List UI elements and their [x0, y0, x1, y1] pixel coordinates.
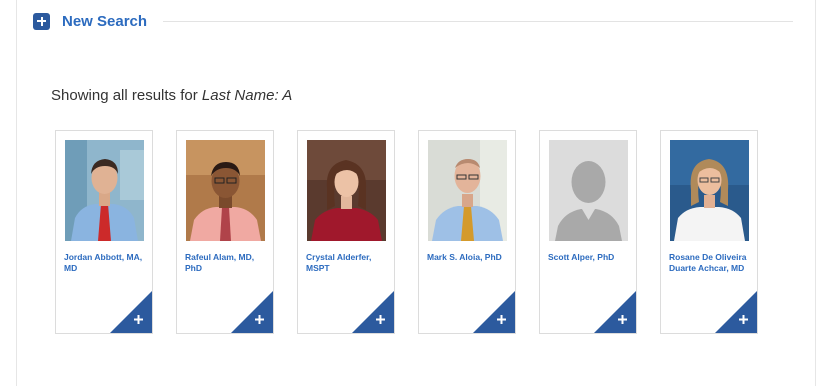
plus-icon	[594, 291, 636, 333]
new-search-button[interactable]: New Search	[33, 11, 147, 31]
search-results-panel: New Search Showing all results for Last …	[16, 0, 816, 386]
add-provider-button[interactable]	[110, 291, 152, 333]
provider-photo[interactable]	[307, 140, 386, 241]
results-prefix: Showing all results for	[51, 87, 202, 104]
plus-square-icon	[33, 12, 50, 30]
plus-icon	[473, 291, 515, 333]
provider-name-link[interactable]: Crystal Alderfer, MSPT	[306, 252, 390, 274]
results-heading: Showing all results for Last Name: A	[51, 87, 292, 104]
placeholder-avatar-icon[interactable]	[549, 140, 628, 241]
provider-name-link[interactable]: Scott Alper, PhD	[548, 252, 632, 263]
provider-photo[interactable]	[65, 140, 144, 241]
add-provider-button[interactable]	[473, 291, 515, 333]
provider-card[interactable]: Jordan Abbott, MA, MD	[55, 130, 153, 334]
plus-icon	[352, 291, 394, 333]
provider-name-link[interactable]: Rosane De Oliveira Duarte Achcar, MD	[669, 252, 753, 274]
add-provider-button[interactable]	[715, 291, 757, 333]
plus-icon	[110, 291, 152, 333]
provider-card[interactable]: Rafeul Alam, MD, PhD	[176, 130, 274, 334]
new-search-label: New Search	[62, 12, 148, 30]
provider-name-link[interactable]: Jordan Abbott, MA, MD	[64, 252, 148, 274]
add-provider-button[interactable]	[352, 291, 394, 333]
divider	[163, 21, 793, 22]
provider-card[interactable]: Crystal Alderfer, MSPT	[297, 130, 395, 334]
provider-photo[interactable]	[670, 140, 749, 241]
plus-icon	[231, 291, 273, 333]
provider-name-link[interactable]: Rafeul Alam, MD, PhD	[185, 252, 269, 274]
provider-photo[interactable]	[186, 140, 265, 241]
add-provider-button[interactable]	[231, 291, 273, 333]
provider-card[interactable]: Mark S. Aloia, PhD	[418, 130, 516, 334]
provider-photo[interactable]	[428, 140, 507, 241]
provider-card-list: Jordan Abbott, MA, MD Rafeul Alam, MD, P…	[55, 130, 758, 334]
add-provider-button[interactable]	[594, 291, 636, 333]
results-query: Last Name: A	[201, 87, 293, 104]
provider-card[interactable]: Scott Alper, PhD	[539, 130, 637, 334]
provider-name-link[interactable]: Mark S. Aloia, PhD	[427, 252, 511, 263]
provider-card[interactable]: Rosane De Oliveira Duarte Achcar, MD	[660, 130, 758, 334]
plus-icon	[715, 291, 757, 333]
